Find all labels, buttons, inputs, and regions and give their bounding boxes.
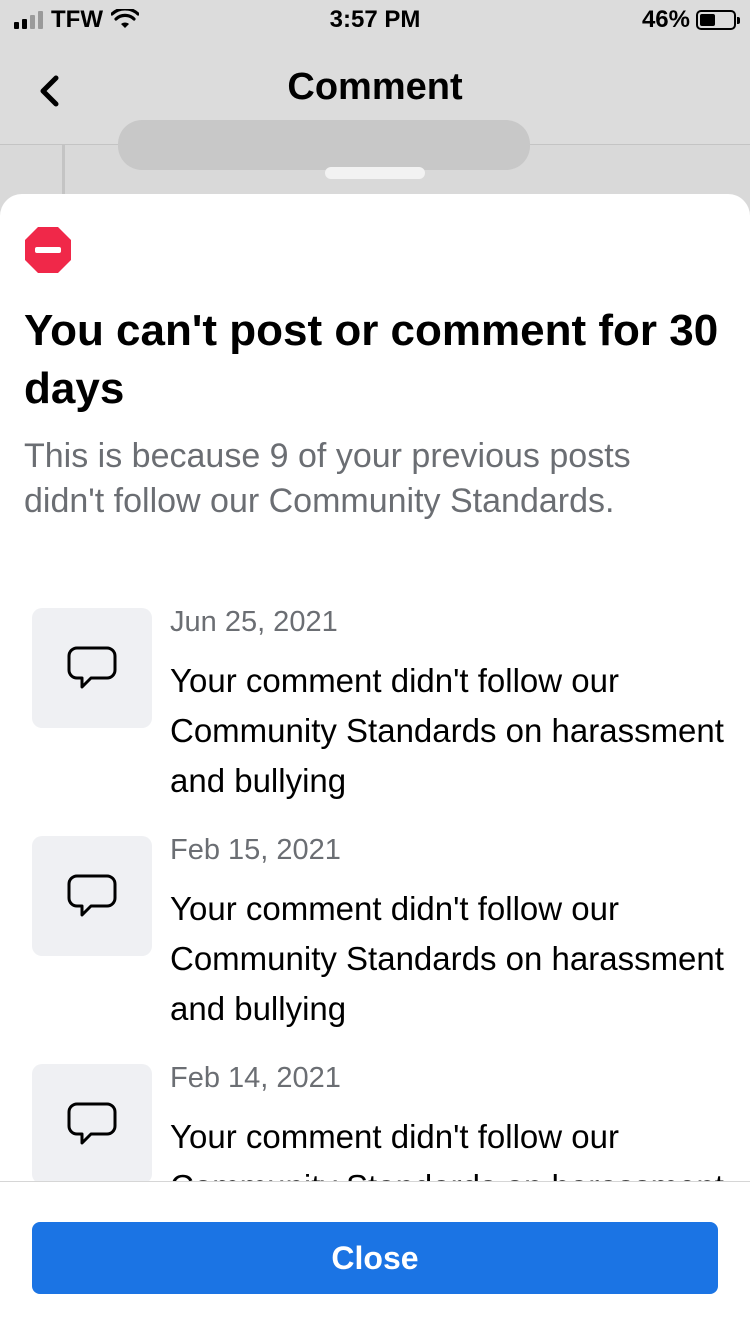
violation-date: Feb 14, 2021	[170, 1062, 341, 1094]
battery-icon	[696, 10, 740, 30]
footer-divider	[0, 1181, 750, 1182]
sheet-grabber[interactable]	[325, 167, 425, 179]
comment-bubble-icon	[67, 874, 117, 917]
violation-list: Jun 25, 2021 Your comment didn't follow …	[0, 606, 750, 1181]
background-comment-bubble	[118, 120, 530, 170]
violation-date: Jun 25, 2021	[170, 606, 338, 638]
comment-thumb	[32, 836, 152, 956]
list-item: Jun 25, 2021 Your comment didn't follow …	[0, 606, 750, 834]
violation-date: Feb 15, 2021	[170, 834, 341, 866]
status-bar: TFW 3:57 PM 46%	[0, 0, 750, 40]
page-title: Comment	[287, 66, 463, 108]
violation-text: Your comment didn't follow our Community…	[170, 890, 724, 1027]
violation-text: Your comment didn't follow our Community…	[170, 662, 724, 799]
restriction-headline: You can't post or comment for 30 days	[24, 306, 719, 413]
comment-thumb	[32, 1064, 152, 1181]
list-item: Feb 14, 2021 Your comment didn't follow …	[0, 1062, 750, 1181]
clock: 3:57 PM	[329, 6, 421, 33]
violation-text: Your comment didn't follow our Community…	[170, 1118, 724, 1181]
restriction-explanation: This is because 9 of your previous posts…	[24, 437, 631, 520]
comment-bubble-icon	[67, 646, 117, 689]
comment-bubble-icon	[67, 1102, 117, 1145]
list-item: Feb 15, 2021 Your comment didn't follow …	[0, 834, 750, 1062]
battery-percent: 46%	[641, 6, 690, 33]
close-button[interactable]: Close	[32, 1222, 718, 1294]
comment-thumb	[32, 608, 152, 728]
restriction-sheet: You can't post or comment for 30 days Th…	[0, 194, 750, 1334]
no-entry-icon	[25, 227, 71, 273]
